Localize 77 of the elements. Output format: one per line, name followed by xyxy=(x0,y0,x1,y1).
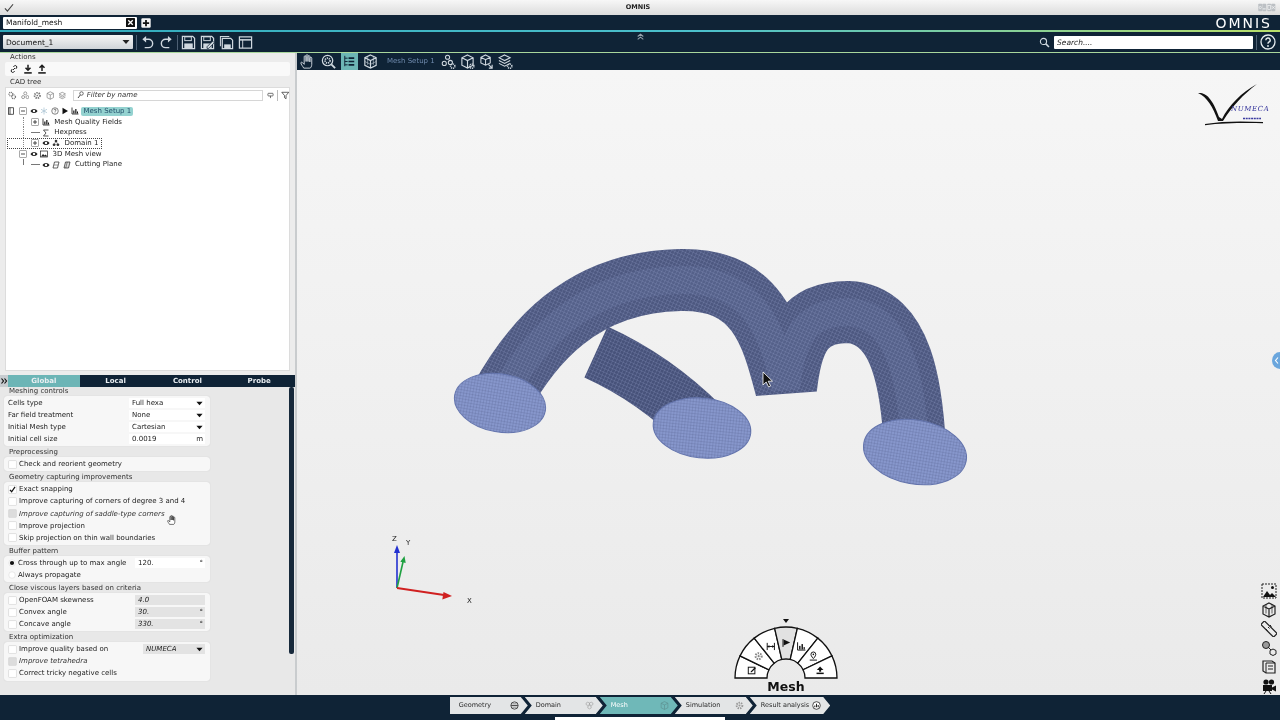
plus-box-icon[interactable] xyxy=(31,139,39,148)
cogs-icon[interactable] xyxy=(8,89,17,101)
scrollbar[interactable] xyxy=(289,387,294,654)
sphere-hexagon-icon[interactable] xyxy=(1261,640,1277,656)
plus-icon[interactable] xyxy=(141,17,151,28)
sigma-icon[interactable] xyxy=(42,128,50,137)
pointer-triangle-icon xyxy=(783,619,789,623)
dimension-icon xyxy=(766,642,775,651)
radial-menu-title: Mesh xyxy=(767,680,805,694)
flag-icon xyxy=(782,638,791,648)
cube-icon xyxy=(659,701,669,710)
zoom-icon[interactable] xyxy=(320,53,337,70)
molecule-gear-icon[interactable] xyxy=(440,54,456,69)
radio-button[interactable] xyxy=(8,559,16,567)
save-as-icon[interactable] xyxy=(200,34,215,50)
video-camera-icon[interactable] xyxy=(1261,678,1277,694)
pencil-icon xyxy=(747,666,756,675)
gear-icon xyxy=(734,701,744,710)
gear-icon[interactable] xyxy=(33,89,42,101)
help-icon[interactable] xyxy=(1260,34,1276,50)
save-icon[interactable] xyxy=(181,34,196,50)
pages-icon[interactable] xyxy=(1261,659,1277,675)
mouse-pointer-icon xyxy=(762,371,773,388)
redo-icon[interactable] xyxy=(159,34,174,50)
plus-box-icon[interactable] xyxy=(31,118,39,127)
eye-icon[interactable] xyxy=(30,107,38,116)
dropdown-arrow-icon xyxy=(196,645,203,653)
upload-icon xyxy=(816,666,824,675)
cubes-icon xyxy=(584,701,594,710)
check-icon xyxy=(4,2,14,13)
mesh-cube-icon[interactable] xyxy=(362,53,379,70)
hand-cursor-icon xyxy=(167,514,177,526)
circle-minus-icon xyxy=(509,701,519,710)
pin-icon xyxy=(809,651,818,661)
window-icon[interactable] xyxy=(238,34,253,50)
cube-gear-icon[interactable] xyxy=(459,54,475,69)
nodes-icon[interactable] xyxy=(52,139,61,148)
pin-icon[interactable] xyxy=(266,90,274,100)
caret-icon xyxy=(122,38,130,46)
bar-chart-icon[interactable] xyxy=(71,107,80,116)
search-icon xyxy=(76,91,85,99)
cube-icon[interactable] xyxy=(1261,602,1277,618)
layers-gear-icon[interactable] xyxy=(497,54,513,69)
image-icon[interactable] xyxy=(1261,583,1277,599)
link-icon[interactable] xyxy=(9,64,19,74)
radial-menu-item[interactable] xyxy=(802,655,838,679)
z-axis-arrow xyxy=(394,545,400,589)
double-chevron-icon[interactable] xyxy=(635,32,645,41)
cube-arrow-icon[interactable] xyxy=(478,54,494,69)
eye-icon[interactable] xyxy=(42,139,50,148)
save-all-icon[interactable] xyxy=(219,34,234,50)
plane-icon[interactable] xyxy=(52,160,61,169)
radial-menu-item[interactable] xyxy=(753,627,783,664)
ruler-icon[interactable] xyxy=(1261,621,1277,637)
book-icon[interactable] xyxy=(7,107,15,116)
close-icon[interactable] xyxy=(126,18,135,27)
plane-icon[interactable] xyxy=(62,160,71,169)
panel-handle-icon[interactable] xyxy=(1272,352,1280,369)
play-icon[interactable] xyxy=(60,107,69,116)
y-axis-arrow xyxy=(396,556,406,589)
chart-circle-icon xyxy=(812,701,822,710)
search-icon[interactable] xyxy=(1039,36,1050,48)
app-logo: OMNIS xyxy=(1215,15,1272,30)
gear-icon xyxy=(754,652,763,661)
upload-icon[interactable] xyxy=(37,64,47,74)
eye-icon[interactable] xyxy=(30,150,38,159)
bar-chart-icon[interactable] xyxy=(42,118,50,127)
filter-icon[interactable] xyxy=(280,89,290,101)
undo-icon[interactable] xyxy=(140,34,155,50)
download-icon[interactable] xyxy=(23,64,33,74)
eye-icon[interactable] xyxy=(42,160,50,169)
image-icon[interactable] xyxy=(40,150,49,159)
tree-list-icon[interactable] xyxy=(341,53,358,70)
checkbox[interactable] xyxy=(8,485,17,494)
bar-chart-icon xyxy=(797,641,806,651)
double-chevron-icon[interactable] xyxy=(0,375,8,387)
x-axis-arrow xyxy=(396,587,452,600)
